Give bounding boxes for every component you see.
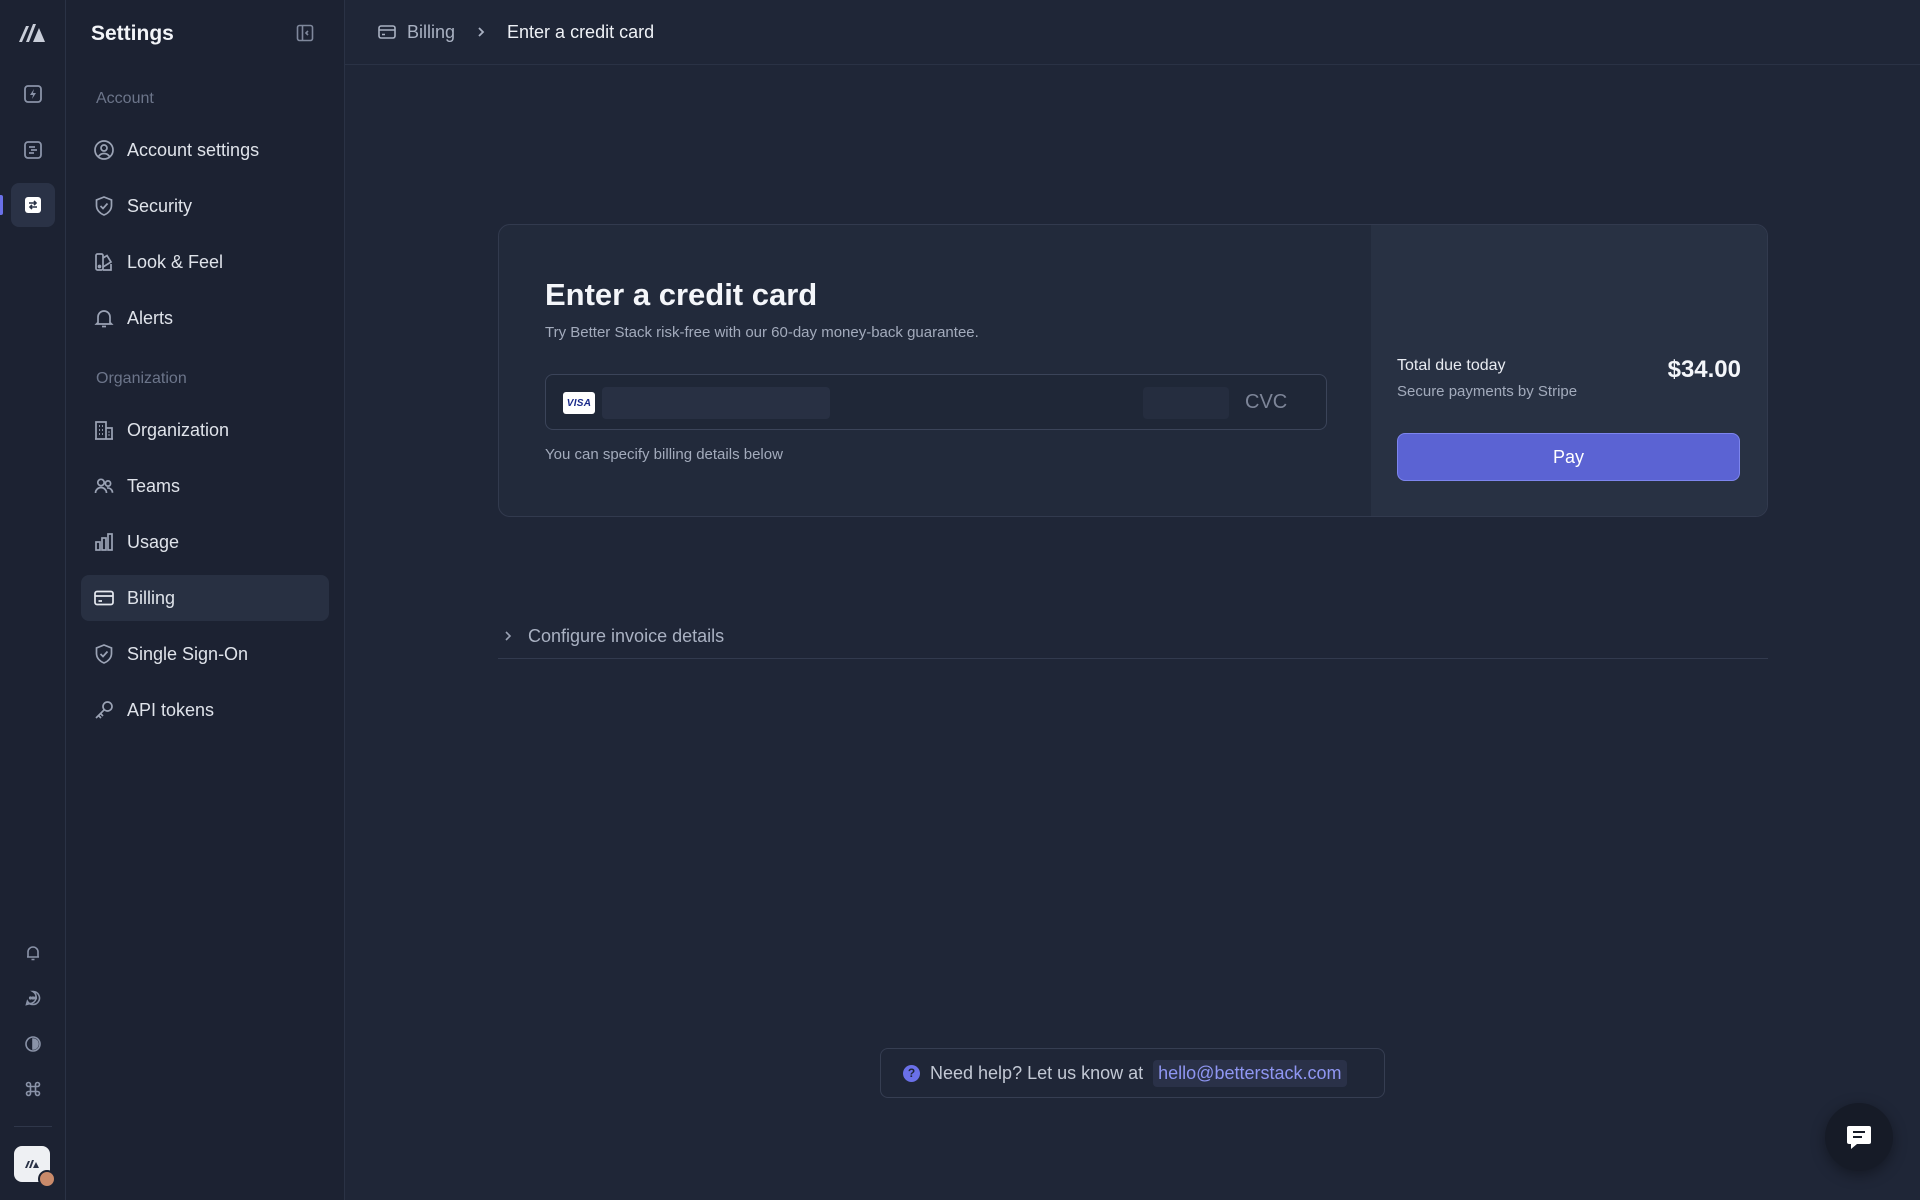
collapse-sidebar-icon[interactable] — [295, 23, 315, 43]
chevron-right-icon — [475, 26, 487, 38]
chat-support-icon[interactable] — [11, 976, 55, 1020]
sidebar-item-label: Alerts — [127, 307, 174, 328]
sidebar-item-organization[interactable]: Organization — [81, 407, 329, 453]
uptime-nav-icon[interactable] — [11, 72, 55, 116]
pay-button[interactable]: Pay — [1397, 433, 1740, 481]
invoice-details-label: Configure invoice details — [528, 625, 725, 646]
sidebar-item-account-settings[interactable]: Account settings — [81, 127, 329, 173]
credit-card-form: Enter a credit card Try Better Stack ris… — [498, 224, 1768, 517]
page-title: Enter a credit card — [545, 277, 818, 312]
sidebar-item-label: Teams — [127, 475, 181, 496]
sidebar-item-security[interactable]: Security — [81, 183, 329, 229]
configure-invoice-toggle[interactable]: Configure invoice details — [498, 614, 1768, 659]
sidebar-item-label: Organization — [127, 419, 230, 440]
credit-card-icon — [377, 22, 397, 42]
total-amount: $34.00 — [1667, 356, 1741, 383]
help-text: Need help? Let us know at — [930, 1062, 1144, 1083]
sidebar-title: Settings — [91, 22, 174, 45]
sidebar-item-label: Single Sign-On — [127, 643, 249, 664]
command-palette-icon[interactable] — [11, 1067, 55, 1111]
sidebar-item-api-tokens[interactable]: API tokens — [81, 687, 329, 733]
sidebar-item-billing[interactable]: Billing — [81, 575, 329, 621]
guarantee-text: Try Better Stack risk-free with our 60-d… — [545, 324, 979, 341]
visa-card-icon: VISA — [563, 392, 595, 414]
total-due-label: Total due today — [1397, 357, 1506, 374]
card-number-value — [602, 387, 830, 419]
sidebar-item-label: Account settings — [127, 139, 260, 160]
chat-icon — [1844, 1122, 1874, 1152]
palette-icon — [92, 250, 116, 274]
sidebar-item-label: Billing — [127, 587, 176, 608]
icon-rail — [0, 0, 66, 1200]
bar-chart-icon — [92, 530, 116, 554]
sidebar-item-label: Look & Feel — [127, 251, 224, 272]
sidebar-item-label: Security — [127, 195, 193, 216]
rail-divider — [14, 1126, 52, 1127]
card-number-input[interactable]: VISA CVC — [545, 374, 1327, 430]
support-email-link[interactable]: hello@betterstack.com — [1153, 1059, 1347, 1087]
card-expiry-value[interactable] — [1143, 387, 1229, 419]
section-label-organization: Organization — [96, 370, 187, 387]
active-indicator — [0, 195, 3, 215]
stripe-note: Secure payments by Stripe — [1397, 383, 1578, 400]
key-icon — [92, 698, 116, 722]
settings-sidebar: Settings Account Account settings Securi… — [66, 0, 345, 1200]
section-label-account: Account — [96, 90, 154, 107]
theme-toggle-icon[interactable] — [11, 1022, 55, 1066]
user-circle-icon — [92, 138, 116, 162]
logs-nav-icon[interactable] — [11, 128, 55, 172]
sidebar-item-single-sign-on[interactable]: Single Sign-On — [81, 631, 329, 677]
sidebar-item-look-and-feel[interactable]: Look & Feel — [81, 239, 329, 285]
better-stack-logo-icon[interactable] — [17, 20, 47, 44]
bell-icon — [92, 306, 116, 330]
shield-check-icon — [92, 642, 116, 666]
payment-summary-panel: Total due today Secure payments by Strip… — [1371, 225, 1767, 516]
user-avatar[interactable] — [38, 1170, 56, 1188]
building-icon — [92, 418, 116, 442]
shield-check-icon — [92, 194, 116, 218]
credit-card-icon — [92, 586, 116, 610]
notifications-icon[interactable] — [11, 931, 55, 975]
breadcrumb: Billing Enter a credit card — [345, 0, 1920, 65]
billing-note: You can specify billing details below — [545, 446, 783, 463]
chat-widget-button[interactable] — [1825, 1103, 1893, 1171]
users-icon — [92, 474, 116, 498]
sidebar-item-label: Usage — [127, 531, 180, 552]
settings-nav-icon[interactable] — [11, 183, 55, 227]
sidebar-item-usage[interactable]: Usage — [81, 519, 329, 565]
cvc-input[interactable]: CVC — [1245, 391, 1287, 414]
breadcrumb-billing-link[interactable]: Billing — [407, 22, 455, 43]
team-avatar[interactable] — [14, 1146, 56, 1188]
help-banner: ? Need help? Let us know at hello@better… — [880, 1048, 1385, 1098]
card-entry-panel: Enter a credit card Try Better Stack ris… — [499, 225, 1371, 516]
chevron-right-icon — [502, 630, 514, 642]
sidebar-item-label: API tokens — [127, 699, 215, 720]
breadcrumb-current: Enter a credit card — [507, 21, 655, 42]
question-icon: ? — [903, 1064, 920, 1082]
sidebar-item-teams[interactable]: Teams — [81, 463, 329, 509]
sidebar-item-alerts[interactable]: Alerts — [81, 295, 329, 341]
